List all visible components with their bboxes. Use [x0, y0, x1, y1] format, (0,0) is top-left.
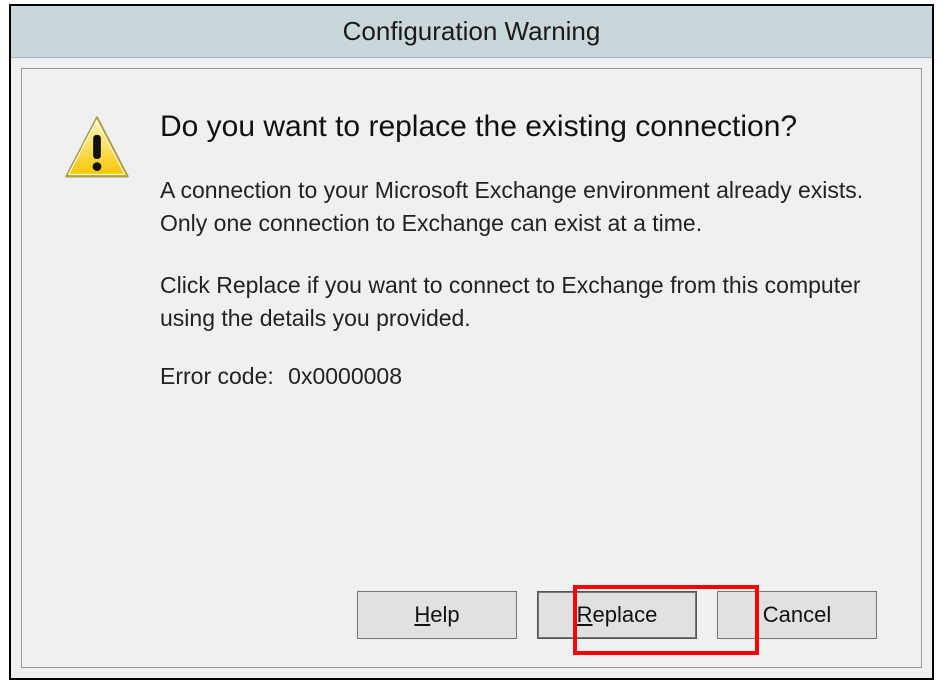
- dialog-paragraph-1: A connection to your Microsoft Exchange …: [160, 174, 881, 241]
- dialog-heading: Do you want to replace the existing conn…: [160, 107, 881, 146]
- help-button[interactable]: Help: [357, 591, 517, 639]
- warning-icon: [62, 113, 132, 183]
- text-column: Do you want to replace the existing conn…: [160, 107, 881, 390]
- replace-button[interactable]: Replace: [537, 591, 697, 639]
- error-code: 0x0000008: [288, 363, 402, 389]
- dialog-body: Do you want to replace the existing conn…: [21, 68, 922, 668]
- cancel-button[interactable]: Cancel: [717, 591, 877, 639]
- button-row: Help Replace Cancel: [62, 591, 881, 643]
- error-line: Error code: 0x0000008: [160, 363, 881, 390]
- content-row: Do you want to replace the existing conn…: [62, 107, 881, 390]
- dialog-paragraph-2: Click Replace if you want to connect to …: [160, 269, 881, 336]
- error-label: Error code:: [160, 363, 274, 389]
- cancel-button-label: Cancel: [763, 602, 831, 628]
- dialog-window: Configuration Warning: [9, 4, 934, 680]
- help-button-label: Help: [414, 602, 459, 628]
- titlebar: Configuration Warning: [11, 6, 932, 58]
- replace-button-label: Replace: [577, 602, 658, 628]
- window-title: Configuration Warning: [343, 16, 601, 47]
